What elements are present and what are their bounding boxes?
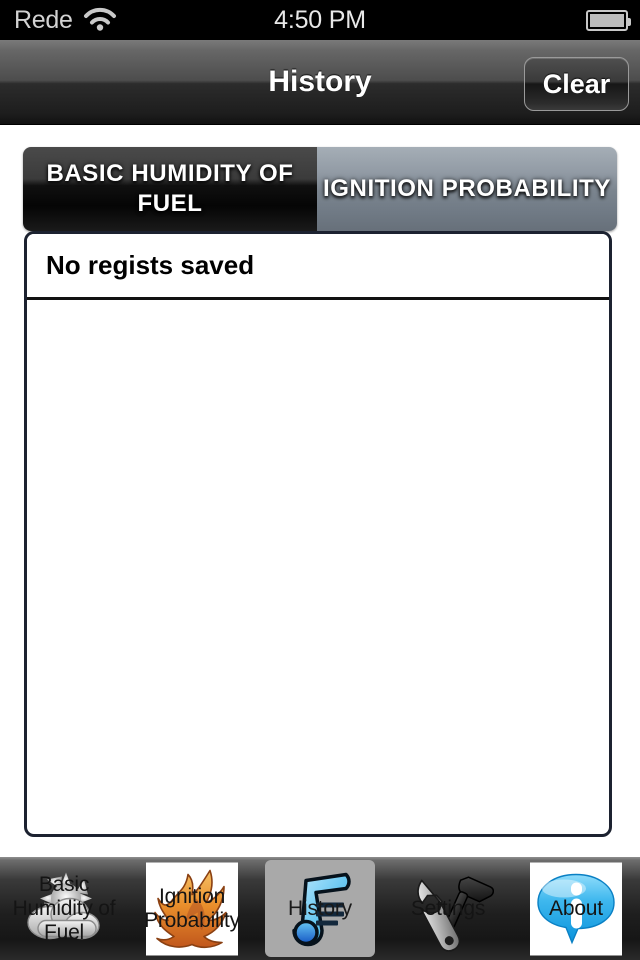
segment-label: BASIC HUMIDITY OF FUEL (46, 160, 294, 217)
battery-full-icon (586, 10, 631, 31)
tab-basic-humidity-of-fuel[interactable]: Basic Humidity of Fuel (0, 857, 128, 960)
clear-button-label: Clear (542, 68, 611, 99)
tab-settings[interactable]: Settings (384, 857, 512, 960)
segment-label: IGNITION PROBABILITY (323, 175, 611, 202)
tab-ignition-probability[interactable]: Ignition Probability (128, 857, 256, 960)
tab-inner: Settings (393, 860, 503, 957)
tab-label: About (549, 896, 603, 920)
tab-bar: Basic Humidity of Fuel Ignition Probabil… (0, 857, 640, 960)
tab-inner: Ignition Probability (137, 860, 247, 957)
status-bar-right (586, 10, 631, 31)
tab-inner: Basic Humidity of Fuel (9, 860, 119, 957)
clear-button[interactable]: Clear (524, 57, 629, 111)
status-time: 4:50 PM (274, 6, 366, 34)
navigation-bar: History Clear (0, 40, 640, 125)
tab-history[interactable]: History (256, 857, 384, 960)
status-bar: Rede 4:50 PM (0, 0, 640, 40)
tab-about[interactable]: About (512, 857, 640, 960)
tab-label: Ignition Probability (144, 884, 240, 932)
segment-ignition-probability[interactable]: IGNITION PROBABILITY (317, 147, 617, 231)
tab-label: Basic Humidity of Fuel (12, 872, 116, 944)
battery-level-fill (590, 14, 624, 27)
list-item-label: No regists saved (46, 250, 255, 280)
tab-label: Settings (410, 896, 486, 920)
tab-inner: History (265, 860, 375, 957)
list-item[interactable]: No regists saved (27, 234, 609, 300)
segmented-control[interactable]: BASIC HUMIDITY OF FUEL IGNITION PROBABIL… (23, 147, 617, 231)
tab-inner: About (521, 860, 631, 957)
segment-basic-humidity-of-fuel[interactable]: BASIC HUMIDITY OF FUEL (23, 147, 317, 231)
history-list-panel: No regists saved (24, 231, 612, 837)
app-screen: Rede 4:50 PM History Clear BASIC HUMIDIT… (0, 0, 640, 960)
tab-label: History (288, 896, 352, 920)
